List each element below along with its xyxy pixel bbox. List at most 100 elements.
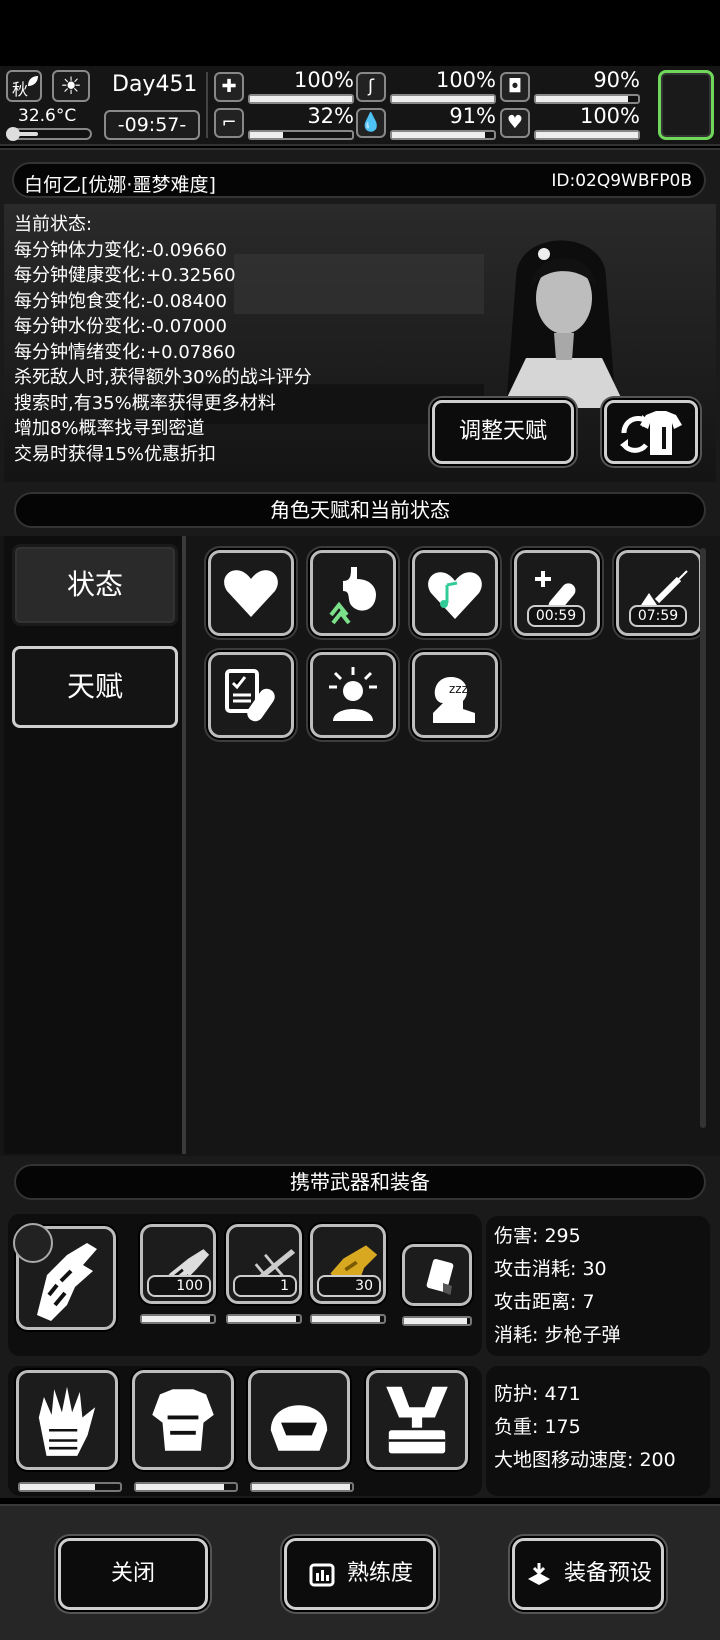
map-button[interactable]: [658, 70, 714, 140]
status-line: 每分钟情绪变化:+0.07860: [14, 341, 236, 363]
bottom-action-bar: 关闭 熟练度 装备预设: [0, 1504, 720, 1640]
chest-armor-slot-durability-bar: [134, 1482, 238, 1492]
boot-icon: ⌐: [214, 108, 244, 138]
prescription-pill-glyph-icon: [225, 669, 275, 722]
sleep-person-icon[interactable]: zzz: [412, 652, 498, 738]
character-id: ID:02Q9WBFP0B: [551, 171, 692, 191]
backpack-slot[interactable]: [366, 1370, 468, 1470]
mood-stat: ♥ 100%: [500, 104, 640, 142]
tab-talent[interactable]: 天赋: [12, 646, 178, 728]
water-bar: [390, 130, 496, 140]
hunger-bar: [390, 94, 496, 104]
gloves-slot[interactable]: [16, 1370, 118, 1470]
day-counter: Day451: [112, 72, 198, 97]
gadget-icon: [426, 1258, 454, 1295]
game-clock: -09:57-: [104, 110, 200, 140]
defense-stat: 防护: 471: [494, 1383, 581, 1405]
status-section-header: 角色天赋和当前状态: [0, 484, 720, 536]
sun-icon: ☀: [52, 70, 90, 102]
heart-status-icon[interactable]: [208, 550, 294, 636]
equipment-section-title: 携带武器和装备: [14, 1164, 706, 1200]
close-button[interactable]: 关闭: [58, 1538, 208, 1610]
injection-buff-icon[interactable]: 07:59: [616, 550, 702, 636]
status-section-title: 角色天赋和当前状态: [14, 492, 706, 528]
backpack-icon: [386, 1386, 448, 1454]
gloves-icon: [38, 1386, 96, 1456]
left-tab-nav: 状态 天赋: [4, 536, 186, 1154]
divider: [206, 72, 208, 138]
buff-timer: 00:59: [527, 605, 585, 627]
hunger-stat: ʃ 100%: [356, 68, 496, 106]
stomach-icon: ʃ: [356, 72, 386, 102]
thermometer-fill: [11, 132, 38, 136]
character-panel: 白何乙[优娜·噩梦难度] ID:02Q9WBFP0B 当前状态: 每分钟体力变化…: [0, 148, 720, 484]
armor-info-panel: 防护: 471 负重: 175 大地图移动速度: 200: [486, 1366, 710, 1496]
health-percent: 100%: [293, 68, 354, 92]
health-bar: [248, 94, 354, 104]
stamina-stat: ⌐ 32%: [214, 104, 354, 142]
pill-jar-icon: ◘: [500, 72, 530, 102]
status-line: 每分钟体力变化:-0.09660: [14, 239, 227, 261]
gold-gun-slot[interactable]: 30: [310, 1224, 386, 1304]
leaf-icon: [28, 76, 38, 86]
outfit-swap-icon: [620, 411, 682, 455]
helmet-slot[interactable]: [248, 1370, 350, 1470]
gadget-slot[interactable]: [402, 1244, 472, 1306]
stamina-percent: 32%: [307, 104, 354, 128]
tab-status[interactable]: 状态: [12, 544, 178, 626]
status-line: 增加8%概率找寻到密道: [14, 418, 205, 439]
heart-icon: ♥: [500, 108, 530, 138]
rifle-slot-durability-bar: [140, 1314, 216, 1324]
attack-range-stat: 攻击距离: 7: [494, 1291, 595, 1313]
music-heart-status-icon[interactable]: [412, 550, 498, 636]
helmet-icon: [270, 1405, 328, 1451]
status-line: 交易时获得15%优惠折扣: [14, 443, 217, 465]
status-line: 每分钟健康变化:+0.32560: [14, 265, 236, 286]
status-text-block: 当前状态: 每分钟体力变化:-0.09660 每分钟健康变化:+0.32560 …: [14, 212, 312, 467]
medicine-buff-icon[interactable]: 00:59: [514, 550, 600, 636]
water-stat: 💧 91%: [356, 104, 496, 142]
rifle-slot[interactable]: 100: [140, 1224, 216, 1304]
attack-cost-stat: 攻击消耗: 30: [494, 1258, 607, 1280]
status-area: 状态 天赋 00:59 07:59 zzz: [0, 536, 720, 1156]
chest-armor-icon: [152, 1389, 214, 1451]
medicine-percent: 90%: [593, 68, 640, 92]
ammo-count: 100: [147, 1275, 211, 1297]
ammo-count: 1: [233, 1275, 297, 1297]
medkit-icon: ✚: [214, 72, 244, 102]
alert-person-glyph-icon: [329, 667, 377, 721]
mood-bar: [534, 130, 640, 140]
prescription-pill-icon[interactable]: [208, 652, 294, 738]
helmet-slot-durability-bar: [250, 1482, 354, 1492]
preset-stack-icon: [527, 1563, 550, 1585]
equipment-area: 100 1 30 伤害: 295 攻击消耗: 30 攻击距离: 7 消耗: 步枪子弹…: [0, 1208, 720, 1498]
weight-stat: 负重: 175: [494, 1416, 581, 1438]
alert-person-icon[interactable]: [310, 652, 396, 738]
gloves-slot-durability-bar: [18, 1482, 122, 1492]
stamina-bar: [248, 130, 354, 140]
proficiency-button[interactable]: 熟练度: [284, 1538, 436, 1610]
hunger-percent: 100%: [435, 68, 496, 92]
stomach-status-icon[interactable]: [310, 550, 396, 636]
medicine-bar: [534, 94, 640, 104]
main-weapon-slot[interactable]: [13, 1223, 116, 1330]
stomach-status-glyph-icon: [329, 567, 377, 625]
equipment-preset-button[interactable]: 装备预设: [512, 1538, 664, 1610]
character-portrait: [502, 240, 626, 408]
chest-armor-slot[interactable]: [132, 1370, 234, 1470]
weapon-info-panel: 伤害: 295 攻击消耗: 30 攻击距离: 7 消耗: 步枪子弹: [486, 1216, 710, 1356]
character-portrait-area: 当前状态: 每分钟体力变化:-0.09660 每分钟健康变化:+0.32560 …: [4, 204, 716, 482]
character-name-bar: 白何乙[优娜·噩梦难度] ID:02Q9WBFP0B: [12, 162, 706, 198]
health-stat: ✚ 100%: [214, 68, 354, 106]
crossbow-slot[interactable]: 1: [226, 1224, 302, 1304]
status-scrollbar[interactable]: [700, 548, 706, 1128]
adjust-talent-button[interactable]: 调整天赋: [432, 400, 574, 464]
proficiency-label: 熟练度: [346, 1561, 413, 1586]
water-drop-icon: 💧: [356, 108, 386, 138]
gadget-slot-durability-bar: [402, 1316, 472, 1326]
status-line: 搜索时,有35%概率获得更多材料: [14, 392, 276, 414]
change-outfit-button[interactable]: [604, 400, 698, 464]
status-line: 杀死敌人时,获得额外30%的战斗评分: [14, 367, 312, 388]
temperature-text: 32.6°C: [18, 106, 77, 126]
preset-label: 装备预设: [563, 1561, 652, 1586]
